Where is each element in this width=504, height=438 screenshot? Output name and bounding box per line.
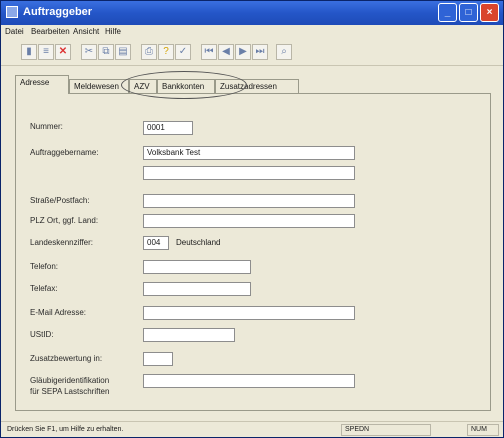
info-icon[interactable]: ✓ <box>175 44 191 60</box>
menu-bar: Datei Bearbeiten Ansicht Hilfe <box>1 25 503 39</box>
glaeubiger-field[interactable] <box>143 374 355 388</box>
tab-adresse[interactable]: Adresse <box>15 75 69 94</box>
label-nummer: Nummer: <box>30 122 63 131</box>
title-bar[interactable]: Auftraggeber _ □ × <box>1 1 503 25</box>
window-title: Auftraggeber <box>23 6 93 18</box>
land-name-text: Deutschland <box>176 238 221 247</box>
label-telefax: Telefax: <box>30 284 58 293</box>
tab-meldewesen[interactable]: Meldewesen <box>69 79 129 93</box>
app-icon <box>6 6 18 18</box>
highlight-ellipse <box>121 71 247 99</box>
label-auftraggebername: Auftraggebername: <box>30 148 99 157</box>
main-window: Auftraggeber _ □ × Datei Bearbeiten Ansi… <box>0 0 504 438</box>
copy-icon[interactable]: ⧉ <box>98 44 114 60</box>
nav-next-icon[interactable]: ▶ <box>235 44 251 60</box>
delete-icon[interactable]: ✕ <box>55 44 71 60</box>
status-cell-2: NUM <box>467 424 499 436</box>
label-glaeubiger-2: für SEPA Lastschriften <box>30 387 110 396</box>
auftraggebername-field[interactable]: Volksbank Test <box>143 146 355 160</box>
cut-icon[interactable]: ✂ <box>81 44 97 60</box>
maximize-button[interactable]: □ <box>459 3 478 22</box>
menu-bearbeiten[interactable]: Bearbeiten <box>31 27 70 36</box>
nav-prev-icon[interactable]: ◀ <box>218 44 234 60</box>
zusatzbewertung-field[interactable] <box>143 352 173 366</box>
label-email: E-Mail Adresse: <box>30 308 87 317</box>
help-icon[interactable]: ? <box>158 44 174 60</box>
auftraggebername-field-2[interactable] <box>143 166 355 180</box>
nav-last-icon[interactable]: ⏭ <box>252 44 268 60</box>
plz-ort-field[interactable] <box>143 214 355 228</box>
minimize-button[interactable]: _ <box>438 3 457 22</box>
label-telefon: Telefon: <box>30 262 59 271</box>
first-icon[interactable]: ▮ <box>21 44 37 60</box>
menu-hilfe[interactable]: Hilfe <box>105 27 121 36</box>
ustid-field[interactable] <box>143 328 235 342</box>
status-message: Drücken Sie F1, um Hilfe zu erhalten. <box>7 426 124 433</box>
email-field[interactable] <box>143 306 355 320</box>
list-icon[interactable]: ≡ <box>38 44 54 60</box>
nummer-field[interactable]: 0001 <box>143 121 193 135</box>
paste-icon[interactable]: ▤ <box>115 44 131 60</box>
print-icon[interactable]: ⎙ <box>141 44 157 60</box>
label-zusatzbewertung: Zusatzbewertung in: <box>30 354 103 363</box>
label-landeskennziffer: Landeskennziffer: <box>30 238 94 247</box>
tab-panel-adresse: Nummer: 0001 Auftraggebername: Volksbank… <box>15 93 491 411</box>
search-icon[interactable]: ⌕ <box>276 44 292 60</box>
strasse-field[interactable] <box>143 194 355 208</box>
tab-strip: Adresse Meldewesen AZV Bankkonten Zusatz… <box>15 75 491 94</box>
label-plz-ort: PLZ Ort, ggf. Land: <box>30 216 99 225</box>
telefon-field[interactable] <box>143 260 251 274</box>
menu-ansicht[interactable]: Ansicht <box>73 27 99 36</box>
label-glaeubiger-1: Gläubigeridentifikation <box>30 376 110 385</box>
telefax-field[interactable] <box>143 282 251 296</box>
menu-datei[interactable]: Datei <box>5 27 24 36</box>
status-cell-1: SPEDN <box>341 424 431 436</box>
label-strasse: Straße/Postfach: <box>30 196 90 205</box>
label-ustid: UStID: <box>30 330 54 339</box>
close-button[interactable]: × <box>480 3 499 22</box>
landeskennziffer-field[interactable]: 004 <box>143 236 169 250</box>
nav-first-icon[interactable]: ⏮ <box>201 44 217 60</box>
toolbar: ▮ ≡ ✕ ✂ ⧉ ▤ ⎙ ? ✓ ⏮ ◀ ▶ ⏭ ⌕ <box>1 39 503 66</box>
status-bar: Drücken Sie F1, um Hilfe zu erhalten. SP… <box>1 421 503 438</box>
